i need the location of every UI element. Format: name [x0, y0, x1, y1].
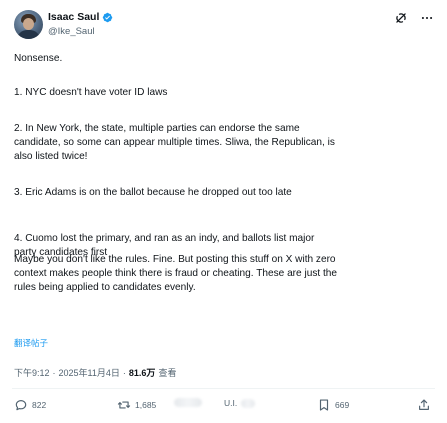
verified-badge-icon	[103, 12, 113, 22]
author-handle[interactable]: @Ike_Saul	[48, 26, 95, 37]
post-line: Nonsense.	[14, 53, 63, 64]
bookmark-button[interactable]: 669	[317, 398, 349, 412]
post-line: 3. Eric Adams is on the ballot because h…	[14, 187, 292, 198]
views-label: 查看	[158, 368, 177, 378]
post-line: 2. In New York, the state, multiple part…	[14, 123, 300, 134]
author-name[interactable]: Isaac Saul	[48, 11, 99, 23]
blurred-chip	[241, 398, 256, 408]
avatar-face	[23, 18, 34, 30]
blurred-region	[174, 398, 202, 407]
reply-button[interactable]: 822	[14, 398, 46, 412]
grok-icon[interactable]	[394, 11, 408, 25]
blurred-chip	[174, 398, 202, 407]
view-count: 81.6万	[128, 368, 156, 378]
repost-button[interactable]: 1,685	[117, 398, 156, 412]
post-time[interactable]: 下午9:12	[14, 366, 50, 379]
meta-separator: ·	[122, 367, 126, 378]
bookmark-count: 669	[335, 400, 350, 410]
divider	[12, 388, 435, 389]
reply-icon	[15, 400, 27, 411]
reply-count: 822	[32, 400, 47, 410]
share-button[interactable]	[417, 398, 431, 412]
action-bar: 822 1,685 U.I. 669	[14, 398, 434, 416]
post-line: Maybe you don't like the rules. Fine. Bu…	[14, 254, 336, 265]
post-line: context makes people think there is frau…	[14, 268, 337, 280]
post-paragraph: Nonsense.	[14, 52, 62, 66]
post-meta: 下午9:12 · 2025年11月4日 · 81.6万 查看	[14, 366, 176, 379]
avatar-shirt	[17, 30, 40, 39]
post-paragraph: 3. Eric Adams is on the ballot because h…	[14, 186, 292, 200]
post-paragraph: 2. In New York, the state, multiple part…	[14, 122, 335, 165]
like-button[interactable]: U.I.	[224, 398, 256, 408]
bookmark-icon	[319, 399, 329, 411]
like-count: U.I.	[224, 398, 238, 408]
meta-separator: ·	[52, 367, 56, 378]
post-date[interactable]: 2025年11月4日	[59, 366, 120, 379]
post-paragraph: 1. NYC doesn't have voter ID laws	[14, 86, 167, 100]
translate-post-link[interactable]: 翻译帖子	[14, 337, 48, 349]
share-icon	[419, 399, 429, 410]
post-line: also listed twice!	[14, 151, 88, 163]
header-actions	[394, 11, 434, 25]
post-line: candidate, so some can appear multiple t…	[14, 137, 335, 149]
post-header: Isaac Saul @Ike_Saul	[14, 8, 434, 40]
avatar[interactable]	[14, 10, 43, 39]
last-paragraph: Maybe you don't like the rules. Fine. Bu…	[14, 253, 337, 296]
post-line: rules being applied to candidates evenly…	[14, 282, 196, 294]
post-line: 4. Cuomo lost the primary, and ran as an…	[14, 233, 315, 244]
repost-icon	[117, 401, 131, 409]
more-horizontal-icon[interactable]	[420, 11, 434, 25]
author-name-row[interactable]: Isaac Saul	[48, 11, 113, 23]
repost-count: 1,685	[135, 400, 157, 410]
post-line: 1. NYC doesn't have voter ID laws	[14, 87, 168, 98]
